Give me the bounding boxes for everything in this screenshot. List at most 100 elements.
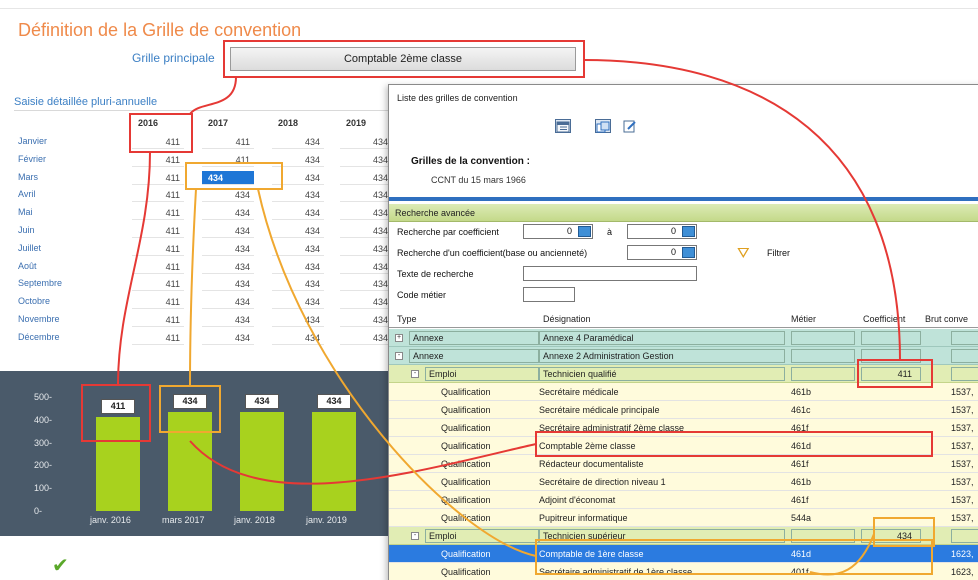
value-cell[interactable]: 434 xyxy=(340,224,392,238)
value-cell[interactable]: 411 xyxy=(132,224,184,238)
filter-button[interactable]: Filtrer xyxy=(767,248,790,258)
year-header-3[interactable]: 2019 xyxy=(346,118,366,128)
type-cell: Qualification xyxy=(441,567,491,577)
value-cell[interactable]: 411 xyxy=(132,295,184,310)
value-cell[interactable]: 434 xyxy=(272,259,324,274)
value-cell[interactable]: 434 xyxy=(340,330,392,345)
year-header-1[interactable]: 2017 xyxy=(208,118,228,128)
chart-bar[interactable] xyxy=(312,412,356,511)
tree-row-emploi[interactable]: - Emploi Technicien supérieur 434 xyxy=(389,527,978,545)
tree-row-qual[interactable]: Qualification Comptable 2ème classe 461d 15… xyxy=(389,437,978,455)
value-cell[interactable]: 434 xyxy=(272,313,324,327)
value-cell[interactable]: 411 xyxy=(132,330,184,345)
collapse-icon[interactable]: - xyxy=(411,370,419,378)
tree-row-qual[interactable]: Qualification Secrétaire administratif de… xyxy=(389,563,978,580)
value-cell[interactable]: 434 xyxy=(272,152,324,167)
value-cell[interactable]: 411 xyxy=(202,152,254,167)
value-cell[interactable]: 434 xyxy=(340,135,392,149)
collapse-icon[interactable]: - xyxy=(411,532,419,540)
value-cell[interactable]: 434 xyxy=(272,206,324,221)
validate-check-icon[interactable]: ✔ xyxy=(52,556,69,576)
coef-to-input[interactable]: 0 xyxy=(627,224,697,239)
value-cell[interactable]: 434 xyxy=(202,188,254,203)
value-cell[interactable]: 434 xyxy=(202,313,254,327)
value-cell[interactable]: 434 xyxy=(272,135,324,149)
tree-row-qual[interactable]: Qualification Secrétaire administratif 2è… xyxy=(389,419,978,437)
tree-row-emploi[interactable]: - Emploi Technicien qualifié 411 xyxy=(389,365,978,383)
value-cell[interactable]: 434 xyxy=(340,313,392,327)
tree-row-qual[interactable]: Qualification Rédacteur documentaliste 461… xyxy=(389,455,978,473)
column-header-coefficient[interactable]: Coefficient xyxy=(863,314,905,324)
tree-row-qual[interactable]: Qualification Pupitreur informatique 544a 1… xyxy=(389,509,978,527)
expand-icon[interactable]: + xyxy=(395,334,403,342)
value-cell[interactable]: 434 xyxy=(340,259,392,274)
type-cell: Qualification xyxy=(441,405,491,415)
calendar-icon[interactable] xyxy=(555,119,571,133)
code-metier-input[interactable] xyxy=(523,287,575,302)
bar-value-label: 434 xyxy=(245,394,279,410)
calculator-icon[interactable] xyxy=(682,226,695,237)
advanced-search-header[interactable]: Recherche avancée xyxy=(389,204,978,222)
value-cell[interactable]: 434 xyxy=(202,330,254,345)
column-header-metier[interactable]: Métier xyxy=(791,314,816,324)
tree-row-selected[interactable]: Qualification Comptable de 1ère classe 461… xyxy=(389,545,978,563)
value-cell[interactable]: 434 xyxy=(202,224,254,238)
tree-row-annexe[interactable]: - Annexe Annexe 2 Administration Gestion xyxy=(389,347,978,365)
value-cell[interactable]: 434 xyxy=(340,152,392,167)
value-cell[interactable]: 434 xyxy=(340,241,392,256)
chart-bar[interactable] xyxy=(96,417,140,511)
value-cell[interactable]: 411 xyxy=(132,135,184,149)
edit-icon[interactable] xyxy=(623,119,639,133)
year-header-0[interactable]: 2016 xyxy=(138,118,158,128)
coef-from-input[interactable]: 0 xyxy=(523,224,593,239)
year-header-2[interactable]: 2018 xyxy=(278,118,298,128)
tree-row-qual[interactable]: Qualification Secrétaire médicale princip… xyxy=(389,401,978,419)
column-header-brut[interactable]: Brut conve xyxy=(925,314,968,324)
value-cell[interactable]: 434 xyxy=(340,295,392,310)
value-cell[interactable]: 434 xyxy=(202,277,254,292)
value-cell[interactable]: 411 xyxy=(132,188,184,203)
tree-row-qual[interactable]: Qualification Secrétaire médicale 461b 1537… xyxy=(389,383,978,401)
type-cell: Annexe xyxy=(409,349,539,363)
value-cell[interactable]: 411 xyxy=(132,206,184,221)
value-cell[interactable]: 411 xyxy=(132,313,184,327)
value-cell[interactable]: 411 xyxy=(202,135,254,149)
value-cell[interactable]: 434 xyxy=(340,170,392,185)
chart-bar[interactable] xyxy=(168,412,212,511)
window-title: Liste des grilles de convention xyxy=(397,93,518,103)
value-cell[interactable]: 434 xyxy=(202,206,254,221)
filter-icon[interactable]: ⛛ xyxy=(737,246,750,261)
value-cell[interactable]: 434 xyxy=(202,295,254,310)
value-cell[interactable]: 434 xyxy=(202,241,254,256)
value-cell[interactable]: 411 xyxy=(132,259,184,274)
value-cell[interactable]: 434 xyxy=(272,224,324,238)
chart-bar[interactable] xyxy=(240,412,284,511)
value-cell[interactable]: 411 xyxy=(132,152,184,167)
value-cell[interactable]: 434 xyxy=(340,277,392,292)
value-cell[interactable]: 411 xyxy=(132,277,184,292)
value-cell[interactable]: 411 xyxy=(132,170,184,185)
column-header-designation[interactable]: Désignation xyxy=(543,314,591,324)
value-cell[interactable]: 434 xyxy=(340,206,392,221)
text-search-input[interactable] xyxy=(523,266,697,281)
value-cell[interactable]: 434 xyxy=(340,188,392,203)
value-cell[interactable]: 434 xyxy=(272,188,324,203)
grid-select[interactable]: Comptable 2ème classe xyxy=(230,47,576,71)
value-cell[interactable]: 434 xyxy=(272,241,324,256)
tree-row-qual[interactable]: Qualification Adjoint d'économat 461f 1537, xyxy=(389,491,978,509)
value-cell[interactable]: 434 xyxy=(272,330,324,345)
calculator-icon[interactable] xyxy=(682,247,695,258)
tree-row-qual[interactable]: Qualification Secrétaire de direction niv… xyxy=(389,473,978,491)
value-cell[interactable]: 434 xyxy=(272,277,324,292)
column-header-type[interactable]: Type xyxy=(397,314,417,324)
tree-row-annexe[interactable]: + Annexe Annexe 4 Paramédical xyxy=(389,329,978,347)
value-cell[interactable]: 434 xyxy=(272,170,324,185)
coef2-input[interactable]: 0 xyxy=(627,245,697,260)
calculator-icon[interactable] xyxy=(578,226,591,237)
copy-icon[interactable] xyxy=(595,119,611,133)
collapse-icon[interactable]: - xyxy=(395,352,403,360)
value-cell[interactable]: 411 xyxy=(132,241,184,256)
value-cell[interactable]: 434 xyxy=(272,295,324,310)
value-cell[interactable]: 434 xyxy=(202,259,254,274)
selected-value-cell[interactable]: 434 xyxy=(202,170,254,185)
